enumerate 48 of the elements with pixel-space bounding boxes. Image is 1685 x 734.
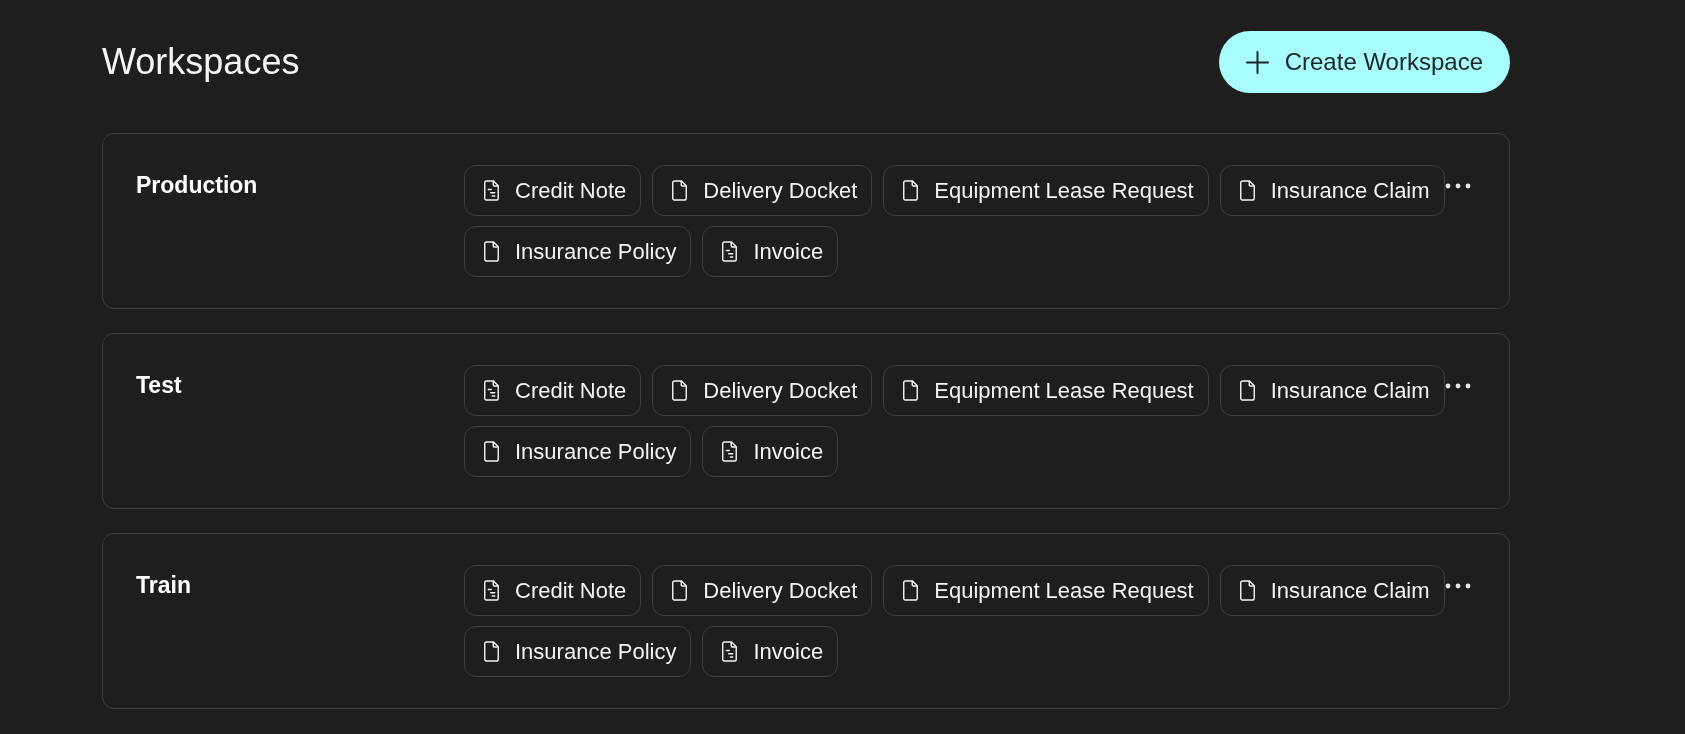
document-icon <box>483 640 500 662</box>
document-icon <box>671 579 689 601</box>
document-tag[interactable]: Insurance Policy <box>464 425 692 477</box>
document-icon <box>1238 579 1256 601</box>
document-lines-icon <box>721 240 739 262</box>
document-icon <box>902 579 920 601</box>
ellipsis-icon <box>1445 382 1471 389</box>
document-tag[interactable]: Invoice <box>702 625 839 677</box>
document-tag[interactable]: Equipment Lease Request <box>883 164 1209 216</box>
ellipsis-icon <box>1445 582 1471 589</box>
document-tag[interactable]: Insurance Claim <box>1219 164 1445 216</box>
document-tag[interactable]: Insurance Policy <box>464 225 692 277</box>
document-tag[interactable]: Invoice <box>702 425 839 477</box>
document-icon <box>671 179 689 201</box>
document-tag[interactable]: Credit Note <box>464 364 642 416</box>
document-tag[interactable]: Credit Note <box>464 164 642 216</box>
document-tag[interactable]: Insurance Claim <box>1219 564 1445 616</box>
ellipsis-icon <box>1445 182 1471 189</box>
document-icon <box>902 179 920 201</box>
document-icon <box>483 240 500 262</box>
document-icon <box>483 440 500 462</box>
more-options-button[interactable] <box>1445 182 1471 189</box>
document-icon <box>1238 179 1256 201</box>
document-tag[interactable]: Insurance Policy <box>464 625 692 677</box>
workspace-name: Train <box>136 571 191 598</box>
create-workspace-button[interactable]: Create Workspace <box>1218 31 1510 93</box>
document-lines-icon <box>721 640 739 662</box>
document-lines-icon <box>483 179 500 201</box>
document-tag[interactable]: Equipment Lease Request <box>883 364 1209 416</box>
more-options-button[interactable] <box>1445 382 1471 389</box>
document-icon <box>902 379 920 401</box>
document-tag[interactable]: Delivery Docket <box>652 564 873 616</box>
document-tag[interactable]: Invoice <box>702 225 839 277</box>
page-title: Workspaces <box>102 44 300 80</box>
document-lines-icon <box>721 440 739 462</box>
document-tag[interactable]: Credit Note <box>464 564 642 616</box>
document-lines-icon <box>483 379 500 401</box>
plus-icon <box>1245 50 1269 74</box>
document-tag[interactable]: Equipment Lease Request <box>883 564 1209 616</box>
workspace-name: Production <box>136 171 258 198</box>
document-tag[interactable]: Delivery Docket <box>652 164 873 216</box>
document-lines-icon <box>483 579 500 601</box>
document-tag[interactable]: Delivery Docket <box>652 364 873 416</box>
more-options-button[interactable] <box>1445 582 1471 589</box>
workspace-name: Test <box>136 371 182 398</box>
document-icon <box>671 379 689 401</box>
document-tag[interactable]: Insurance Claim <box>1219 364 1445 416</box>
document-icon <box>1238 379 1256 401</box>
